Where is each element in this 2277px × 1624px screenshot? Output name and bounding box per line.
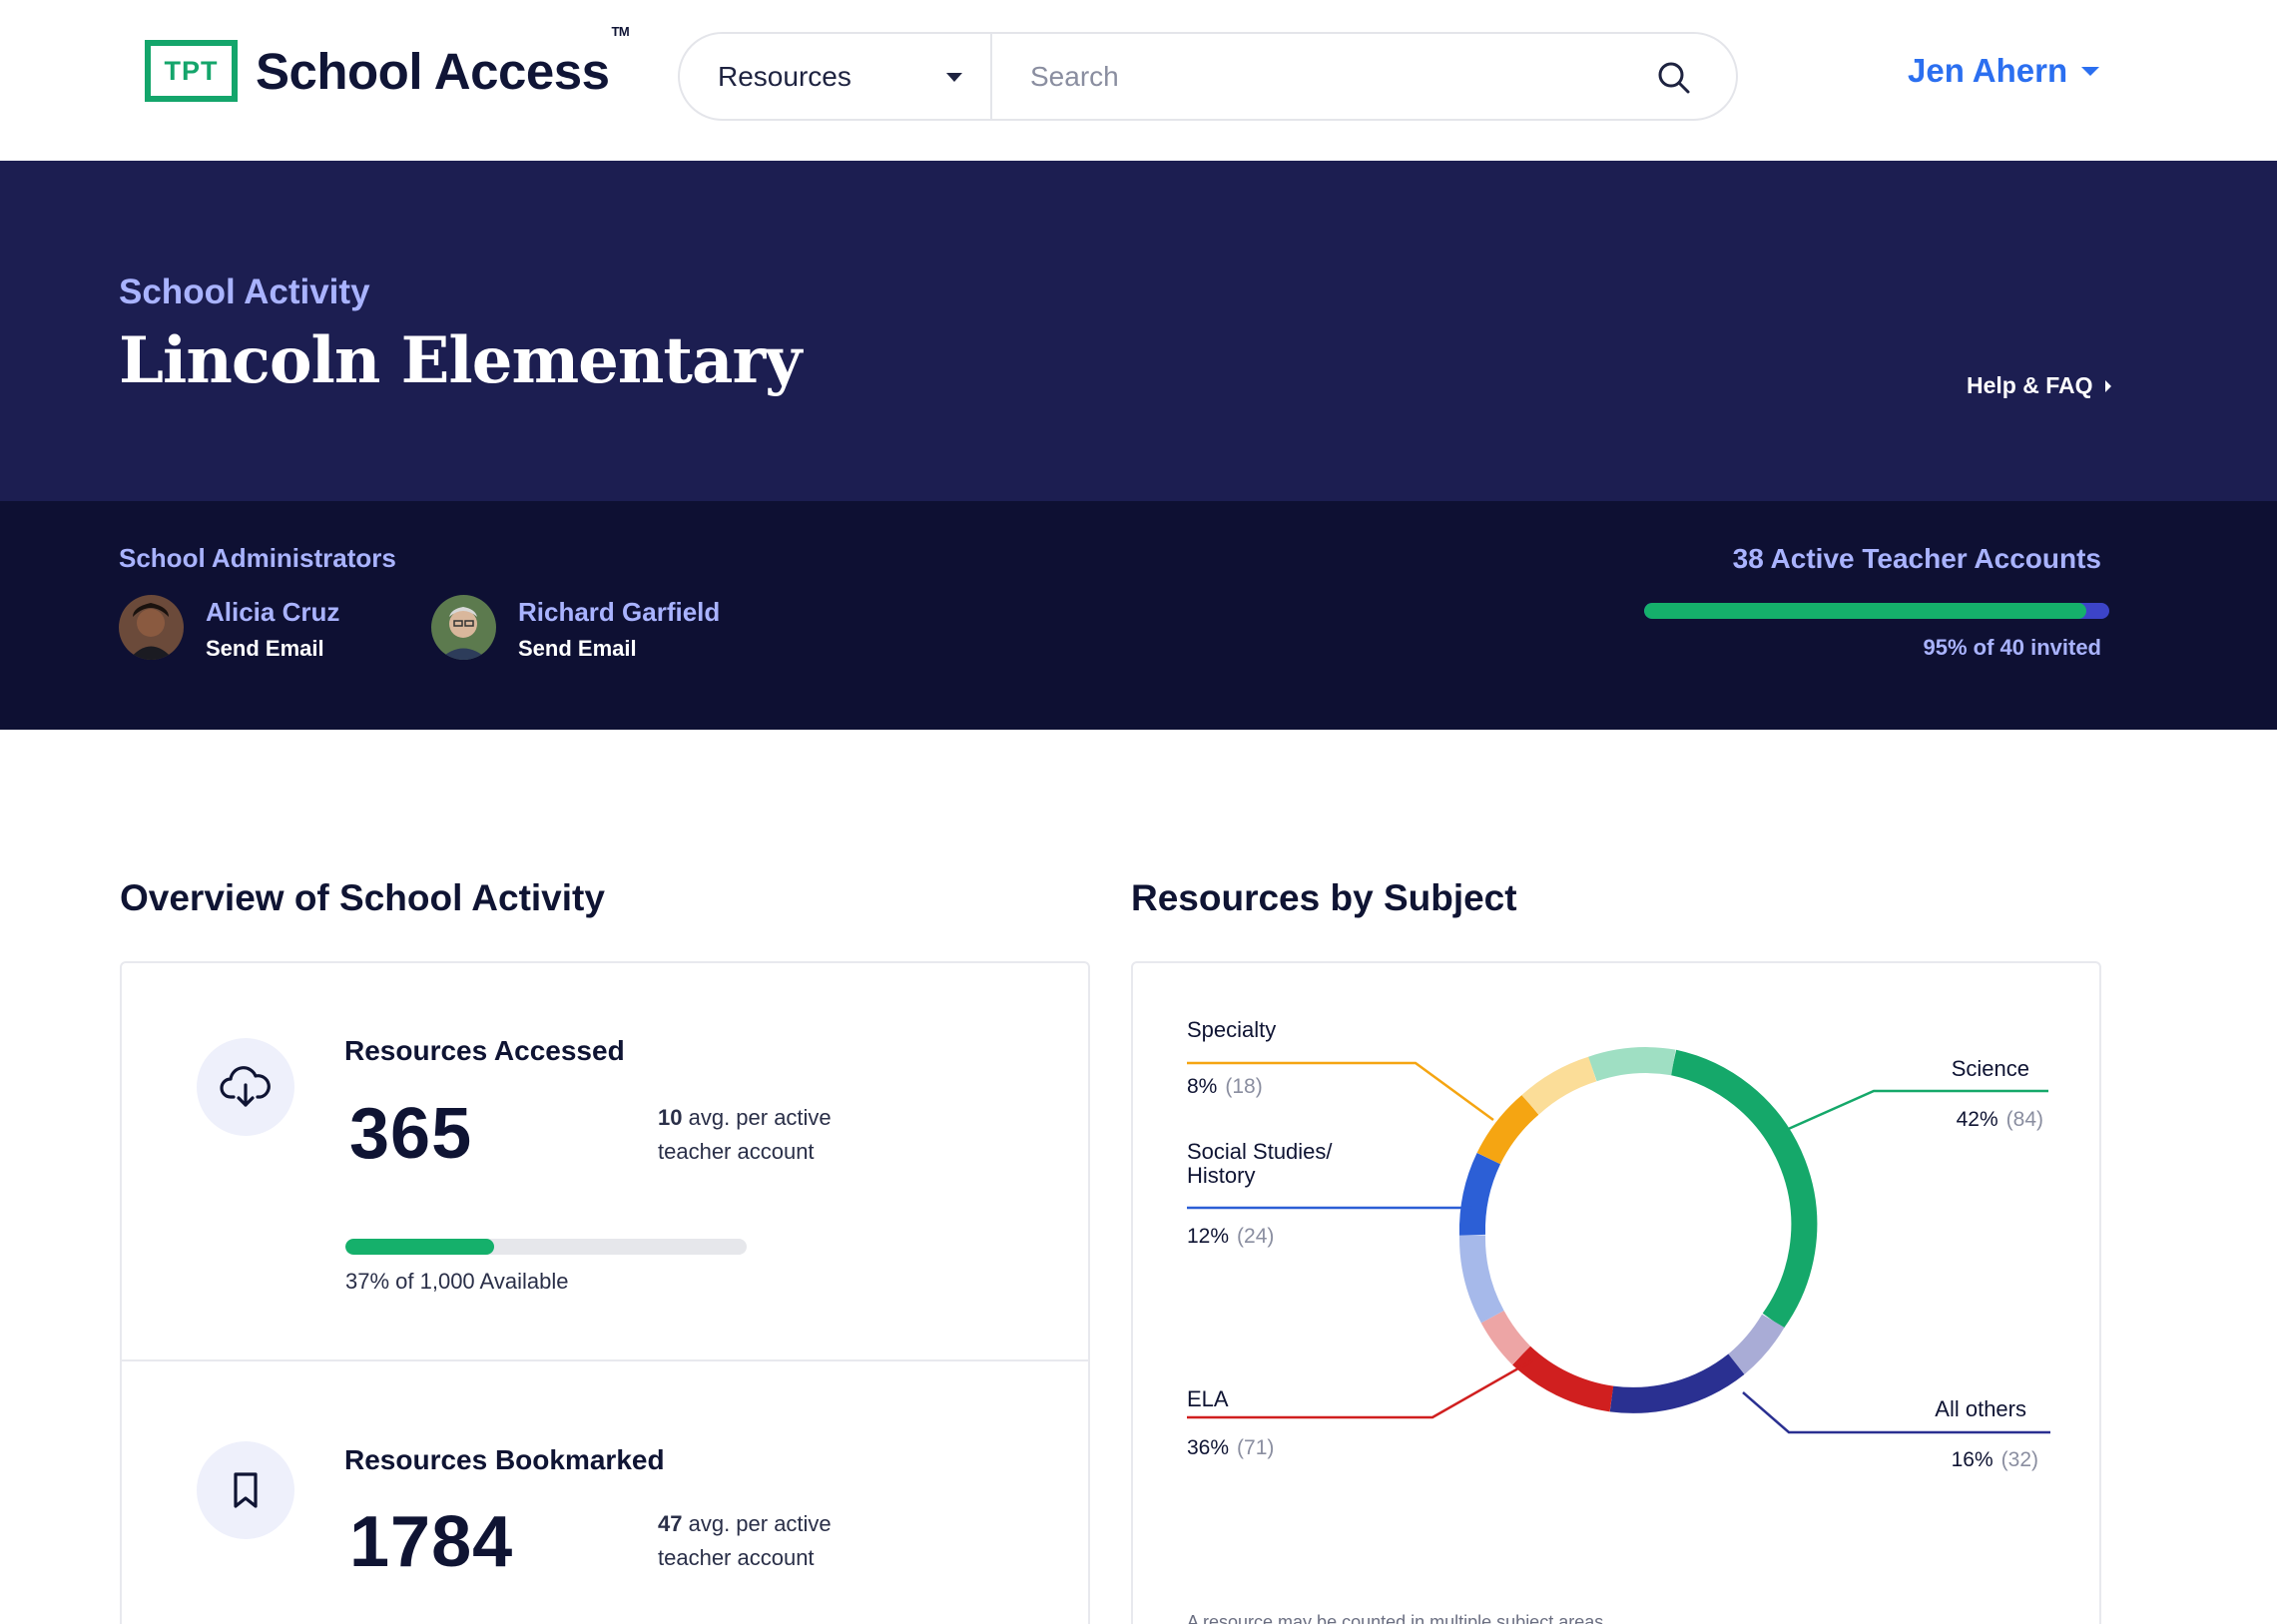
donut-segment-mint <box>1588 1047 1676 1082</box>
subjects-card: Specialty 8% (18) Social Studies/ History… <box>1131 961 2101 1624</box>
subject-label: Social Studies/ History <box>1187 1139 1333 1188</box>
admin-card: Richard Garfield Send Email <box>431 595 720 662</box>
stat-label: Resources Accessed <box>344 1035 625 1066</box>
help-faq-label: Help & FAQ <box>1967 372 2093 398</box>
hero-banner: School Activity Lincoln Elementary Help … <box>0 161 2277 501</box>
hero-eyebrow: School Activity <box>119 272 370 311</box>
subjects-footnote: A resource may be counted in multiple su… <box>1187 1612 1604 1624</box>
search-input[interactable] <box>1030 60 1589 93</box>
subject-percent: 42% (84) <box>1957 1108 2043 1132</box>
subject-count: (24) <box>1237 1225 1275 1248</box>
subject-label: ELA <box>1187 1386 1229 1411</box>
active-teachers-title: 38 Active Teacher Accounts <box>1732 543 2101 574</box>
subject-percent: 36% (71) <box>1187 1436 1274 1460</box>
search-icon[interactable] <box>1654 58 1694 98</box>
subject-percent-value: 42% <box>1956 1108 1998 1131</box>
send-email-link[interactable]: Send Email <box>518 636 720 662</box>
donut-segment-ela-light <box>1480 1310 1531 1365</box>
availability-progress-fill <box>345 1239 494 1255</box>
stat-average: 10 avg. per active teacher account <box>658 1101 877 1169</box>
subject-label: Science <box>1951 1056 2029 1081</box>
subject-count: (84) <box>2005 1108 2043 1131</box>
availability-progress-bar <box>345 1239 747 1255</box>
user-menu[interactable]: Jen Ahern <box>1908 52 2100 90</box>
subjects-title: Resources by Subject <box>1131 877 1517 918</box>
subject-label: Specialty <box>1187 1017 1277 1042</box>
leader-line-ela <box>1187 1358 1533 1419</box>
donut-segment-social-light <box>1459 1235 1504 1324</box>
logo-text: School Access <box>256 42 610 100</box>
donut-segment-ela <box>1512 1346 1614 1412</box>
stat-label: Resources Bookmarked <box>344 1444 665 1475</box>
donut-segment-others <box>1609 1353 1745 1413</box>
subject-percent-value: 12% <box>1187 1225 1230 1248</box>
stat-resources-accessed: Resources Accessed 365 10 avg. per activ… <box>122 963 1088 1359</box>
avatar <box>431 595 496 660</box>
user-name: Jen Ahern <box>1908 52 2068 89</box>
teachers-progress-fill <box>1644 603 2086 619</box>
donut-segment-others-light <box>1727 1314 1785 1374</box>
admin-card: Alicia Cruz Send Email <box>119 595 339 662</box>
stat-value: 1784 <box>349 1502 514 1582</box>
donut-segment-specialty-light <box>1521 1056 1597 1115</box>
search-field <box>992 34 1736 119</box>
admin-name: Richard Garfield <box>518 597 721 627</box>
stat-average-value: 47 <box>658 1511 683 1536</box>
chevron-down-icon <box>2081 66 2100 76</box>
subject-percent: 12% (24) <box>1187 1225 1274 1249</box>
subject-percent: 16% (32) <box>1952 1448 2038 1472</box>
subject-percent-value: 8% <box>1187 1075 1218 1098</box>
availability-progress-label: 37% of 1,000 Available <box>345 1269 569 1294</box>
chevron-right-icon <box>2104 379 2111 392</box>
search-category-value: Resources <box>718 60 852 92</box>
subject-count: (71) <box>1237 1436 1275 1459</box>
overview-card: Resources Accessed 365 10 avg. per activ… <box>120 961 1090 1624</box>
teachers-progress-bar <box>1644 603 2109 619</box>
help-faq-link[interactable]: Help & FAQ <box>1967 372 2111 399</box>
admins-label: School Administrators <box>119 543 396 573</box>
stat-average-text: avg. per active teacher account <box>658 1105 832 1164</box>
search-bar: Resources <box>678 32 1738 121</box>
subject-count: (32) <box>2000 1448 2038 1471</box>
subject-percent-value: 16% <box>1951 1448 1993 1471</box>
admins-strip: School Administrators Alicia Cruz Send E… <box>0 501 2277 730</box>
subject-percent: 8% (18) <box>1187 1075 1263 1099</box>
subject-count: (18) <box>1225 1075 1263 1098</box>
chevron-down-icon <box>946 73 962 82</box>
donut-segment-social <box>1458 1152 1501 1236</box>
bookmark-icon <box>197 1441 294 1539</box>
search-category-select[interactable]: Resources <box>680 34 992 119</box>
stat-average: 47 avg. per active teacher account <box>658 1507 877 1575</box>
top-bar: TPT School AccessTM Resources Jen Ahern <box>0 0 2277 161</box>
admin-name: Alicia Cruz <box>206 597 340 627</box>
send-email-link[interactable]: Send Email <box>206 636 339 662</box>
download-icon <box>197 1038 294 1136</box>
logo-trademark: TM <box>611 23 630 39</box>
stat-average-value: 10 <box>658 1105 683 1130</box>
logo-mark: TPT <box>145 40 238 102</box>
avatar <box>119 595 184 660</box>
subject-label: All others <box>1935 1396 2026 1421</box>
stat-value: 365 <box>349 1094 473 1174</box>
donut-segment-science <box>1670 1049 1818 1329</box>
donut-segment-specialty <box>1476 1094 1539 1165</box>
stat-average-text: avg. per active teacher account <box>658 1511 832 1570</box>
teachers-progress-label: 95% of 40 invited <box>1923 635 2101 660</box>
page-title: Lincoln Elementary <box>119 323 802 398</box>
logo[interactable]: TPT School AccessTM <box>145 24 630 102</box>
stat-resources-bookmarked: Resources Bookmarked 1784 47 avg. per ac… <box>122 1361 1088 1624</box>
subject-percent-value: 36% <box>1187 1436 1230 1459</box>
overview-title: Overview of School Activity <box>120 877 605 918</box>
